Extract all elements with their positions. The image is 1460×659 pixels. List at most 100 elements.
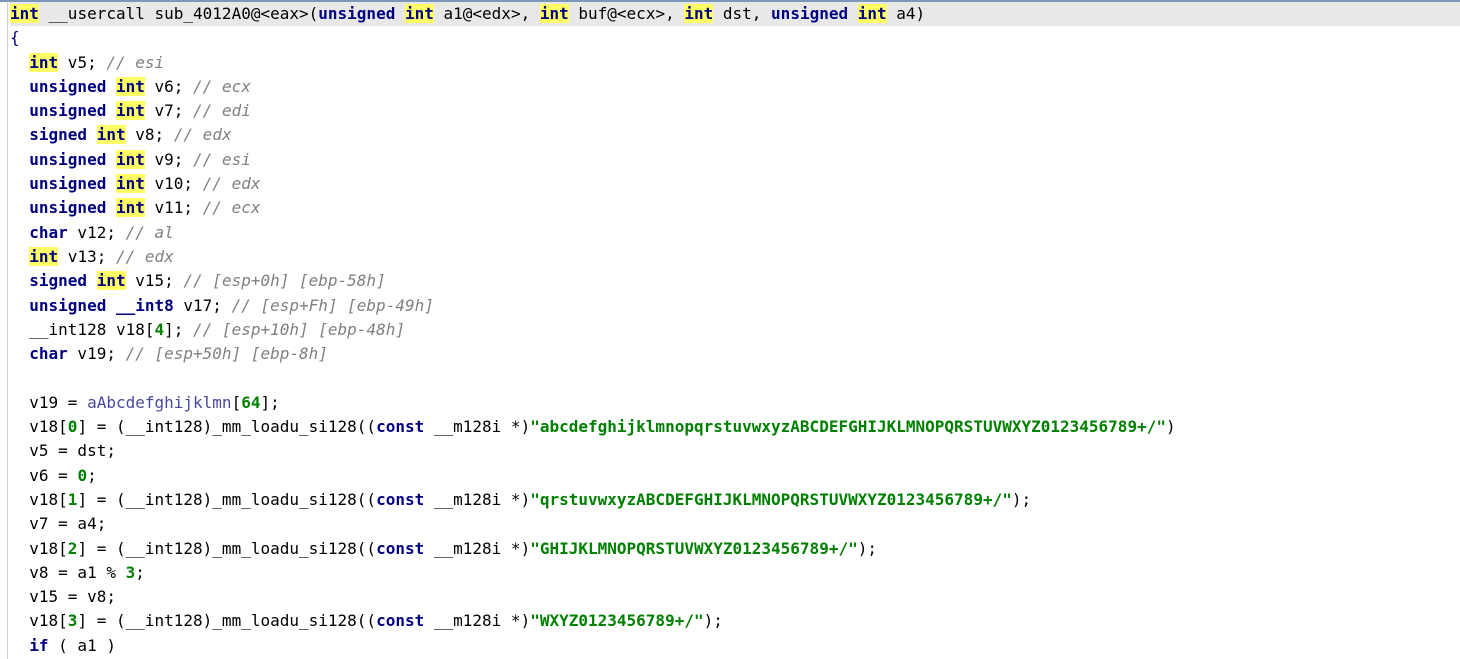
token-plain	[106, 101, 116, 120]
token-plain: ;	[87, 466, 97, 485]
token-plain: ];	[260, 393, 279, 412]
token-kw: unsigned	[29, 150, 106, 169]
token-plain: ;	[135, 563, 145, 582]
code-line[interactable]: signed int v15; // [esp+0h] [ebp-58h]	[10, 269, 1460, 293]
code-line[interactable]: v18[3] = (__int128)_mm_loadu_si128((cons…	[10, 609, 1460, 633]
token-plain: ( a1 )	[49, 636, 116, 655]
token-plain: v11;	[145, 198, 203, 217]
code-line[interactable]: unsigned __int8 v17; // [esp+Fh] [ebp-49…	[10, 294, 1460, 318]
token-hl: int	[10, 4, 39, 23]
pseudocode-area[interactable]: int __usercall sub_4012A0@<eax>( unsigned…	[8, 2, 1460, 659]
token-kw: const	[376, 417, 424, 436]
token-str: "abcdefghijklmnopqrstuvwxyzABCDEFGHIJKLM…	[530, 417, 1166, 436]
token-num: 0	[77, 466, 87, 485]
token-hl: int	[858, 4, 887, 23]
token-plain	[106, 77, 116, 96]
code-line[interactable]: unsigned int v10; // edx	[10, 172, 1460, 196]
code-line[interactable]: unsigned int v7; // edi	[10, 99, 1460, 123]
token-hl: int	[97, 271, 126, 290]
token-kw: unsigned	[29, 77, 106, 96]
code-line[interactable]: v18[0] = (__int128)_mm_loadu_si128((cons…	[10, 415, 1460, 439]
token-plain: v18[	[29, 417, 68, 436]
token-plain: __usercall sub_4012A0@<eax>(	[39, 4, 318, 23]
token-kw: char	[29, 344, 68, 363]
token-num: 1	[68, 490, 78, 509]
token-plain: );	[858, 539, 877, 558]
token-kw: unsigned	[29, 174, 106, 193]
token-num: 0	[68, 417, 78, 436]
token-plain: v13;	[58, 247, 116, 266]
token-plain: v18[	[29, 539, 68, 558]
code-line[interactable]: unsigned int v11; // ecx	[10, 196, 1460, 220]
code-line[interactable]: unsigned int v9; // esi	[10, 148, 1460, 172]
code-line[interactable]: v19 = aAbcdefghijklmn[64];	[10, 391, 1460, 415]
token-num: 3	[68, 611, 78, 630]
code-line[interactable]: v8 = a1 % 3;	[10, 561, 1460, 585]
code-line[interactable]: if ( a1 )	[10, 634, 1460, 658]
token-kw: const	[376, 539, 424, 558]
code-line[interactable]	[10, 366, 1460, 390]
code-line[interactable]: int __usercall sub_4012A0@<eax>( unsigned…	[10, 2, 1460, 26]
token-plain: __m128i *)	[424, 539, 530, 558]
token-comment: // ecx	[203, 198, 261, 217]
token-plain: __m128i *)	[424, 490, 530, 509]
token-hl: int	[116, 174, 145, 193]
token-plain: ] = (__int128)_mm_loadu_si128((	[77, 539, 376, 558]
token-plain: v6 =	[29, 466, 77, 485]
code-line[interactable]: __int128 v18[4]; // [esp+10h] [ebp-48h]	[10, 318, 1460, 342]
token-hl: int	[116, 101, 145, 120]
token-hl: int	[116, 198, 145, 217]
token-plain: v18[	[29, 490, 68, 509]
token-comment: // ecx	[193, 77, 251, 96]
token-comment: // [esp+Fh] [ebp-49h]	[232, 296, 434, 315]
token-comment: // [esp+10h] [ebp-48h]	[193, 320, 405, 339]
token-plain: v7;	[145, 101, 193, 120]
token-kw: unsigned	[29, 101, 106, 120]
token-hl: int	[29, 247, 58, 266]
token-plain: v8 = a1 %	[29, 563, 125, 582]
code-line[interactable]: v15 = v8;	[10, 585, 1460, 609]
token-plain: v19;	[68, 344, 126, 363]
token-hl: int	[116, 150, 145, 169]
code-line[interactable]: signed int v8; // edx	[10, 123, 1460, 147]
code-line[interactable]: unsigned int v6; // ecx	[10, 75, 1460, 99]
code-line[interactable]: int v13; // edx	[10, 245, 1460, 269]
token-str: "GHIJKLMNOPQRSTUVWXYZ0123456789+/"	[530, 539, 858, 558]
code-line[interactable]: v6 = 0;	[10, 464, 1460, 488]
token-comment: // esi	[193, 150, 251, 169]
token-plain: buf@<ecx>,	[569, 4, 685, 23]
token-num: 3	[126, 563, 136, 582]
token-plain	[106, 174, 116, 193]
token-comment: // al	[126, 223, 174, 242]
token-hl: int	[97, 125, 126, 144]
code-line[interactable]: v18[2] = (__int128)_mm_loadu_si128((cons…	[10, 537, 1460, 561]
token-plain: v9;	[145, 150, 193, 169]
token-str: "WXYZ0123456789+/"	[530, 611, 703, 630]
token-plain	[106, 150, 116, 169]
code-line[interactable]: v5 = dst;	[10, 439, 1460, 463]
code-line[interactable]: {	[10, 26, 1460, 50]
token-kw: if	[29, 636, 48, 655]
code-line[interactable]: char v12; // al	[10, 221, 1460, 245]
code-line[interactable]: v18[1] = (__int128)_mm_loadu_si128((cons…	[10, 488, 1460, 512]
token-plain	[87, 125, 97, 144]
token-plain: );	[1012, 490, 1031, 509]
token-comment: // edx	[203, 174, 261, 193]
token-plain	[87, 271, 97, 290]
token-kw: const	[376, 490, 424, 509]
token-plain: v6;	[145, 77, 193, 96]
token-plain: v17;	[174, 296, 232, 315]
token-plain: v7 = a4;	[29, 514, 106, 533]
code-line[interactable]: v7 = a4;	[10, 512, 1460, 536]
token-plain: v19 =	[29, 393, 87, 412]
code-line[interactable]: char v19; // [esp+50h] [ebp-8h]	[10, 342, 1460, 366]
token-hl: int	[116, 77, 145, 96]
token-plain	[395, 4, 405, 23]
token-kw: char	[29, 223, 68, 242]
token-str: "qrstuvwxyzABCDEFGHIJKLMNOPQRSTUVWXYZ012…	[530, 490, 1012, 509]
token-kw: unsigned	[29, 296, 106, 315]
token-kw: unsigned	[771, 4, 848, 23]
code-line[interactable]: int v5; // esi	[10, 51, 1460, 75]
token-plain: v15 = v8;	[29, 587, 116, 606]
token-plain: v18[	[29, 611, 68, 630]
